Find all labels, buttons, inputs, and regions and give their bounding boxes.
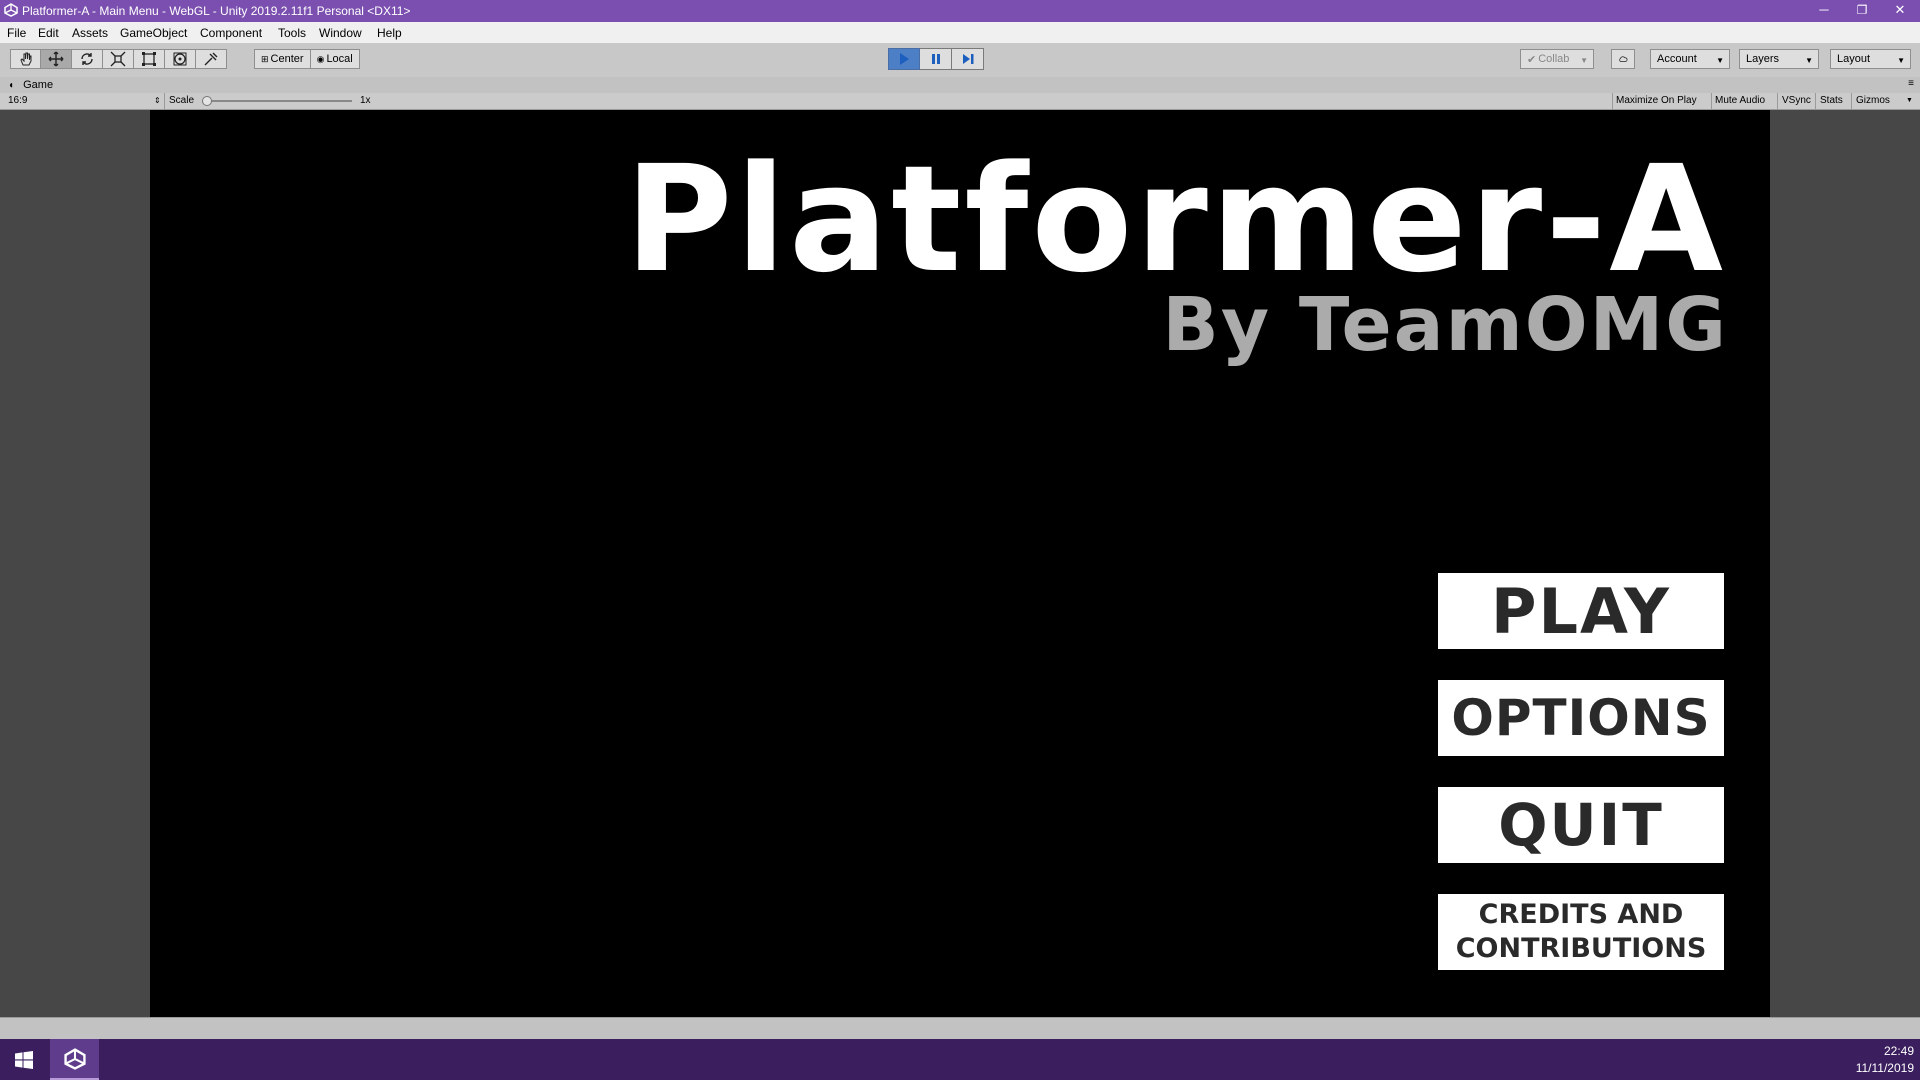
- chevron-down-icon: ▼: [1716, 56, 1724, 65]
- start-button[interactable]: [0, 1039, 48, 1080]
- pivot-label: Center: [270, 53, 304, 65]
- hand-tool-button[interactable]: [10, 49, 41, 69]
- collab-label: Collab: [1538, 53, 1570, 65]
- play-menu-button[interactable]: PLAY: [1438, 573, 1724, 649]
- windows-icon: [15, 1050, 33, 1069]
- pause-icon: [931, 54, 940, 64]
- step-icon: [962, 54, 973, 64]
- game-tab[interactable]: ◖ Game: [8, 79, 53, 91]
- menu-window[interactable]: Window: [319, 26, 362, 40]
- unity-taskbar-button[interactable]: [50, 1039, 99, 1080]
- gizmos-dropdown[interactable]: Gizmos: [1856, 93, 1890, 109]
- layers-label: Layers: [1746, 53, 1780, 65]
- status-bar: [0, 1017, 1920, 1040]
- chevron-down-icon: ▼: [1580, 56, 1588, 65]
- layout-label: Layout: [1837, 53, 1871, 65]
- cloud-button[interactable]: [1611, 49, 1635, 69]
- window-title: Platformer-A - Main Menu - WebGL - Unity…: [22, 4, 411, 18]
- layers-dropdown[interactable]: Layers ▼: [1739, 49, 1819, 69]
- game-tab-label: Game: [23, 79, 54, 91]
- game-controller-icon: ◖: [8, 80, 15, 91]
- scale-value: 1x: [360, 95, 371, 106]
- hand-icon: [19, 52, 31, 66]
- rect-tool-button[interactable]: [134, 49, 165, 69]
- play-button[interactable]: [888, 48, 920, 70]
- collab-dropdown[interactable]: ✔ Collab ▼: [1520, 49, 1594, 69]
- custom-tool-icon: [204, 52, 218, 66]
- space-label: Local: [326, 53, 353, 65]
- scale-label: Scale: [169, 95, 195, 106]
- maximize-on-play-toggle[interactable]: Maximize On Play: [1616, 93, 1697, 109]
- menu-bar: File Edit Assets GameObject Component To…: [0, 22, 1920, 43]
- game-subtitle: By TeamOMG: [1162, 282, 1728, 368]
- system-clock[interactable]: 22:49 11/11/2019: [1856, 1043, 1914, 1077]
- panel-menu-icon[interactable]: ≡: [1908, 78, 1914, 89]
- menu-tools[interactable]: Tools: [278, 26, 306, 40]
- step-button[interactable]: [952, 48, 984, 70]
- scale-slider[interactable]: [202, 96, 352, 106]
- options-menu-button[interactable]: OPTIONS: [1438, 680, 1724, 756]
- menu-component[interactable]: Component: [200, 26, 262, 40]
- account-dropdown[interactable]: Account ▼: [1650, 49, 1730, 69]
- chevron-down-icon: ▼: [1897, 56, 1905, 65]
- unity-icon: [63, 1047, 86, 1070]
- unity-icon: [4, 3, 18, 17]
- chevron-down-icon: ▼: [1906, 97, 1913, 104]
- move-tool-button[interactable]: [41, 49, 72, 69]
- move-icon: [48, 51, 64, 67]
- game-options-bar: 16:9 ⇕ Scale 1x Maximize On Play Mute Au…: [0, 93, 1920, 110]
- account-label: Account: [1657, 53, 1697, 65]
- quit-menu-button[interactable]: QUIT: [1438, 787, 1724, 863]
- pivot-controls: ⊞ Center ◉ Local: [254, 49, 360, 69]
- rect-icon: [142, 52, 156, 66]
- globe-icon: ◉: [316, 53, 325, 64]
- menu-help[interactable]: Help: [377, 26, 402, 40]
- chevron-updown-icon: ⇕: [154, 96, 161, 105]
- menu-file[interactable]: File: [7, 26, 26, 40]
- play-controls: [888, 48, 984, 70]
- aspect-label: 16:9: [8, 95, 28, 106]
- check-icon: ✔: [1527, 53, 1537, 66]
- transform-tool-button[interactable]: [165, 49, 196, 69]
- transform-tools: [10, 49, 227, 69]
- minimize-button[interactable]: ─: [1804, 0, 1844, 22]
- rotate-tool-button[interactable]: [72, 49, 103, 69]
- menu-edit[interactable]: Edit: [38, 26, 59, 40]
- pivot-icon: ⊞: [261, 53, 269, 64]
- layout-dropdown[interactable]: Layout ▼: [1830, 49, 1911, 69]
- game-viewport[interactable]: Platformer-A By TeamOMG PLAY OPTIONS QUI…: [150, 110, 1770, 1017]
- taskbar: 22:49 11/11/2019: [0, 1039, 1920, 1080]
- game-title: Platformer-A: [624, 134, 1726, 305]
- scale-slider-thumb[interactable]: [202, 96, 212, 106]
- pivot-center-toggle[interactable]: ⊞ Center: [254, 49, 311, 69]
- credits-menu-button[interactable]: CREDITS AND CONTRIBUTIONS: [1438, 894, 1724, 970]
- cloud-icon: [1619, 56, 1628, 62]
- aspect-dropdown[interactable]: 16:9: [8, 93, 27, 109]
- menu-gameobject[interactable]: GameObject: [120, 26, 187, 40]
- close-button[interactable]: ✕: [1880, 0, 1920, 22]
- scale-tool-button[interactable]: [103, 49, 134, 69]
- menu-assets[interactable]: Assets: [72, 26, 108, 40]
- stats-toggle[interactable]: Stats: [1820, 93, 1843, 109]
- play-icon: [900, 53, 909, 65]
- restore-button[interactable]: ❐: [1842, 0, 1882, 22]
- custom-tool-button[interactable]: [196, 49, 227, 69]
- vsync-toggle[interactable]: VSync: [1782, 93, 1811, 109]
- mute-audio-toggle[interactable]: Mute Audio: [1715, 93, 1765, 109]
- clock-date: 11/11/2019: [1855, 1061, 1914, 1075]
- pause-button[interactable]: [920, 48, 952, 70]
- scale-icon: [110, 51, 126, 67]
- game-tab-bar: ◖ Game ≡: [0, 77, 1920, 93]
- clock-time: 22:49: [1883, 1044, 1914, 1058]
- title-bar: Platformer-A - Main Menu - WebGL - Unity…: [0, 0, 1920, 22]
- transform-icon: [173, 52, 187, 66]
- rotate-icon: [81, 53, 93, 65]
- pivot-local-toggle[interactable]: ◉ Local: [310, 49, 360, 69]
- chevron-down-icon: ▼: [1805, 56, 1813, 65]
